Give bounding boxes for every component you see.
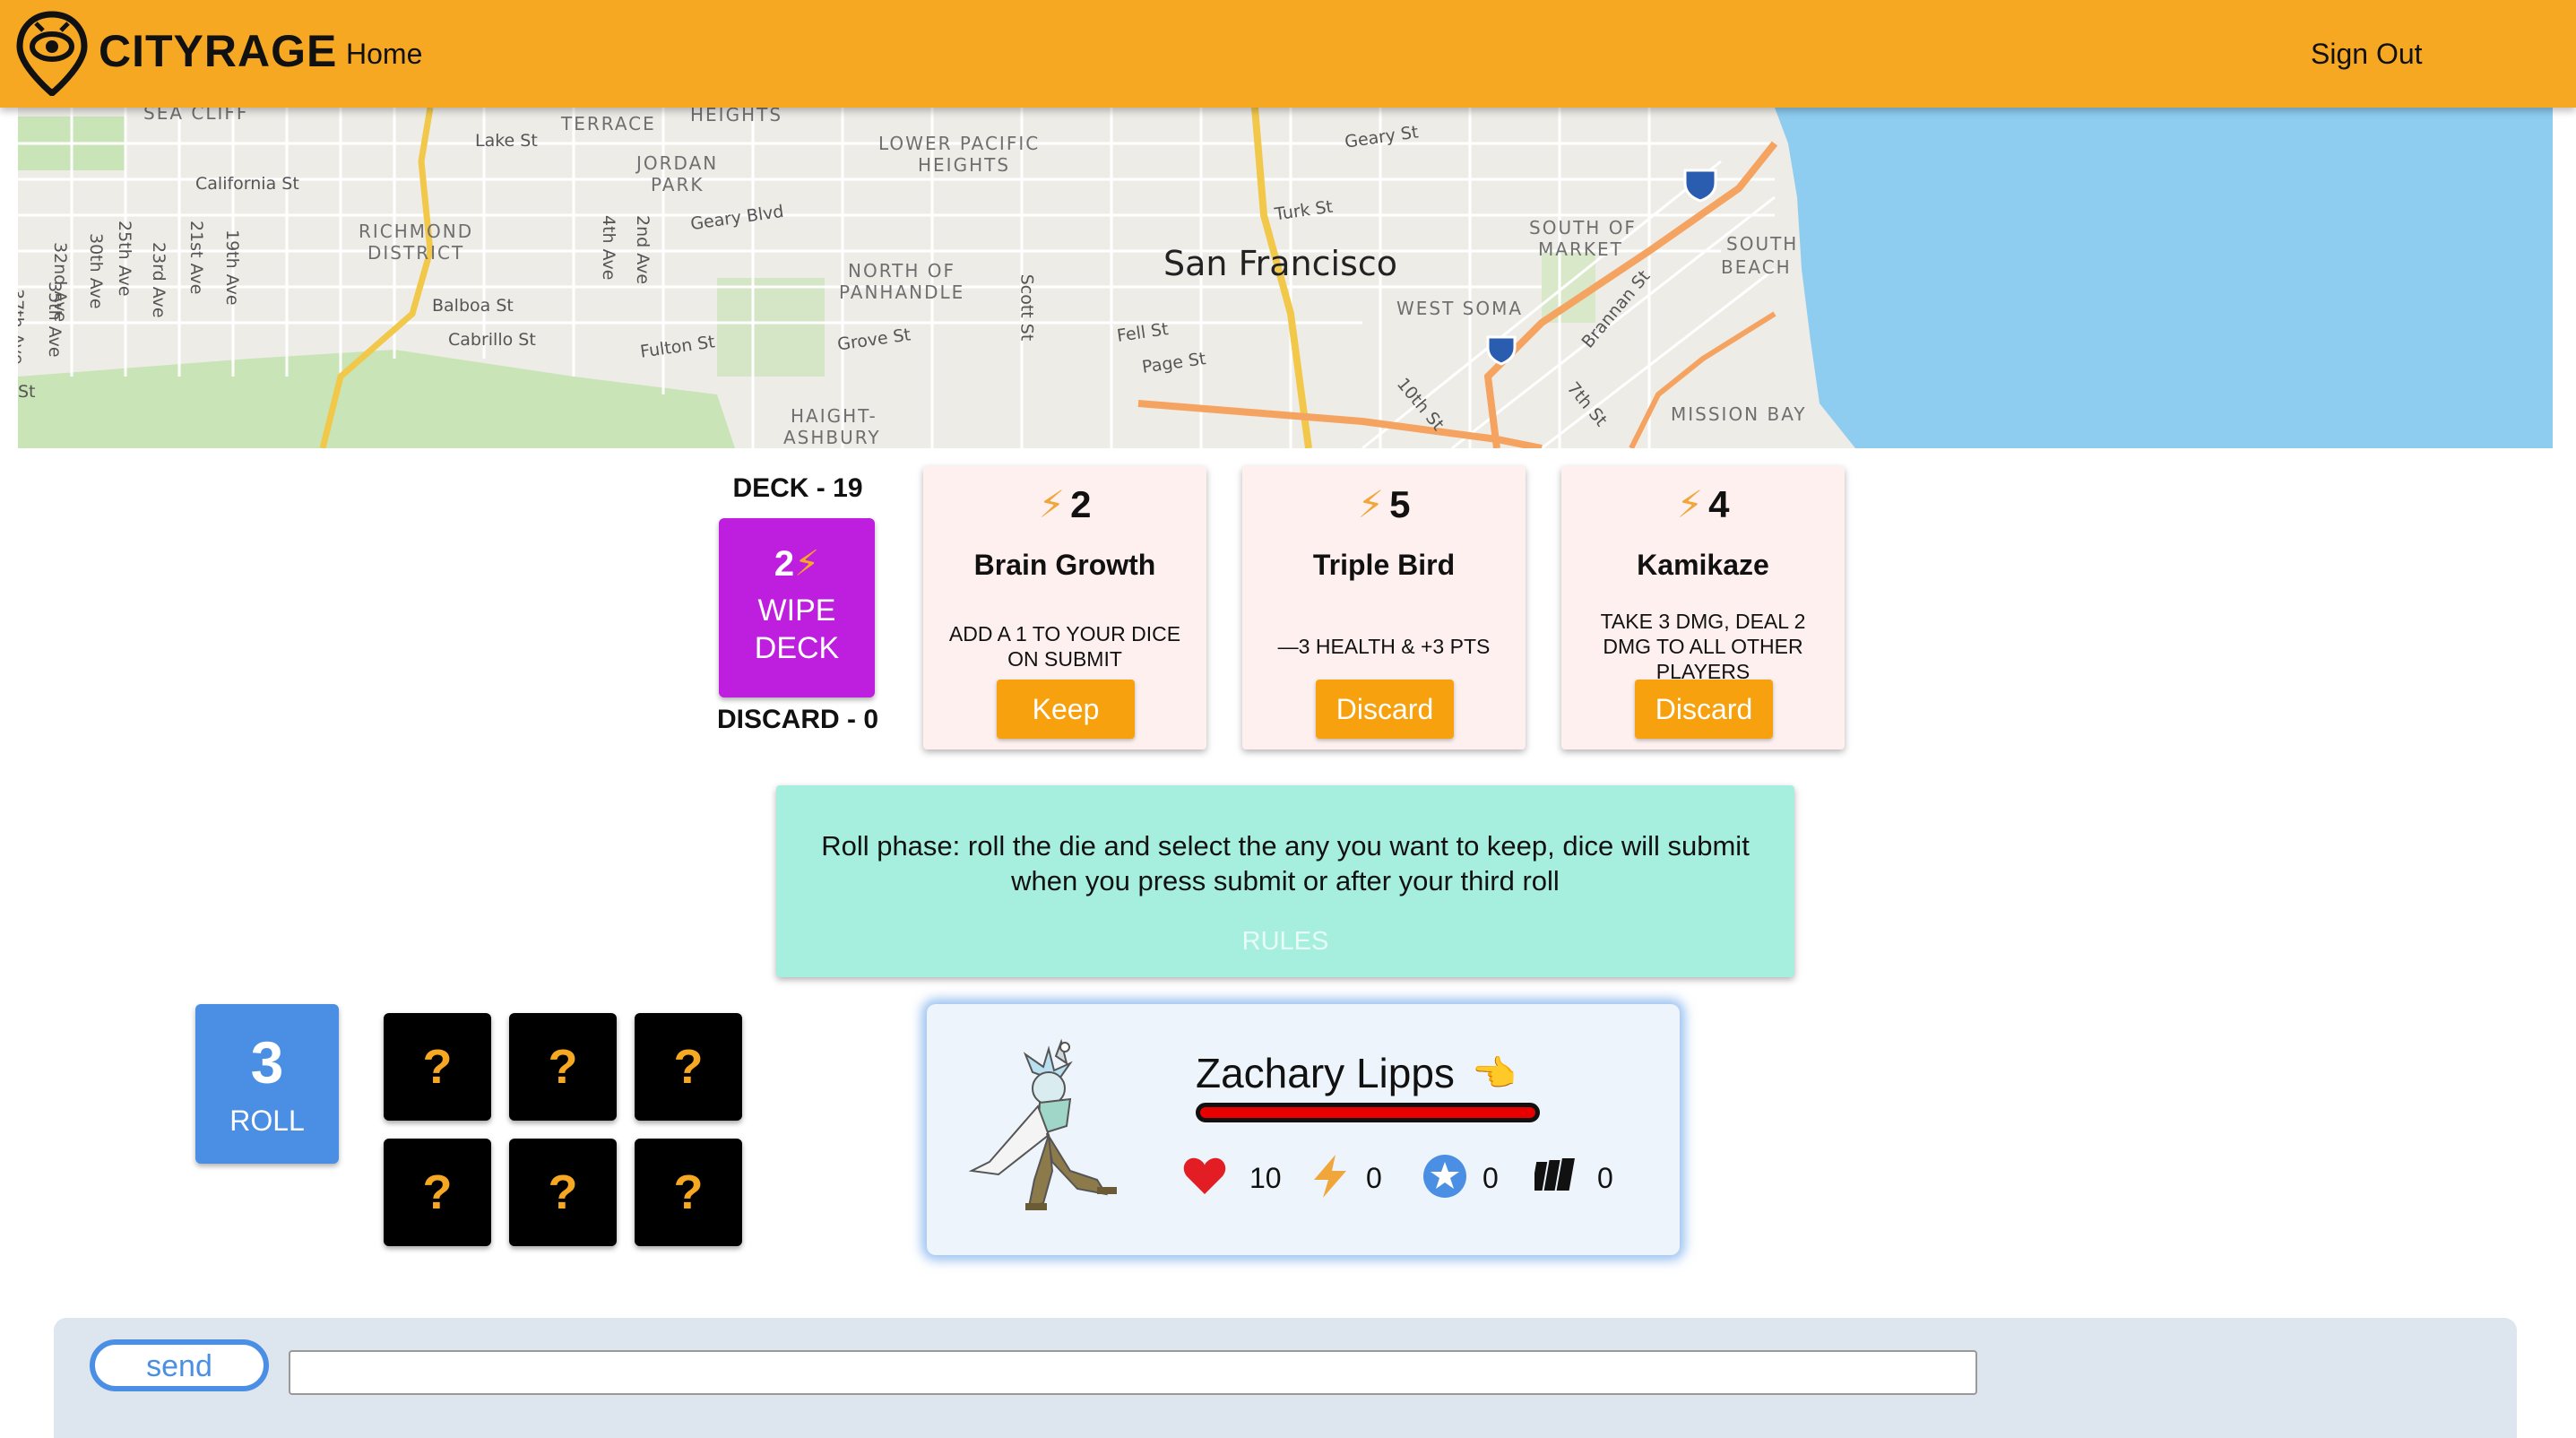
map-district-label: HEIGHTS	[918, 154, 1011, 176]
lightning-icon: ⚡	[1676, 483, 1704, 525]
map-street-label: 25th Ave	[115, 221, 134, 297]
card-cost: ⚡ 5	[1242, 482, 1526, 526]
lightning-icon: ⚡	[1038, 483, 1066, 525]
map-district-label: HAIGHT-	[791, 405, 877, 427]
player-avatar	[968, 1038, 1117, 1210]
rules-button[interactable]: RULES	[776, 927, 1794, 957]
card-name: Brain Growth	[973, 549, 1156, 581]
discard-count-label: DISCARD - 0	[716, 705, 878, 734]
current-turn-pointer-icon: 👈	[1472, 1054, 1517, 1094]
map-street-label: St	[18, 382, 36, 402]
phase-instructions: Roll phase: roll the die and select the …	[821, 830, 1750, 897]
map-street-label: Lake St	[475, 131, 538, 151]
map-street-label: California St	[195, 174, 299, 194]
wipe-cost-value: 2	[774, 544, 795, 584]
map-street-label: Balboa St	[432, 296, 514, 316]
card-cost: ⚡ 4	[1561, 482, 1845, 526]
map-district-label: RICHMOND	[359, 221, 474, 242]
card-cost-value: 5	[1389, 483, 1411, 525]
map-district-label: TERRACE	[561, 113, 656, 134]
card-discard-button[interactable]: Discard	[1635, 680, 1773, 739]
phase-info-panel: Roll phase: roll the die and select the …	[776, 785, 1794, 977]
die[interactable]: ?	[509, 1013, 617, 1121]
heart-icon	[1183, 1157, 1226, 1194]
map-street-label: Scott St	[1016, 273, 1037, 342]
map-district-label: PANHANDLE	[839, 282, 965, 303]
lightning-icon	[1314, 1155, 1346, 1198]
wipe-cost: 2⚡	[719, 543, 875, 585]
map-street-label: 30th Ave	[86, 233, 106, 309]
map-district-label: SEA CLIFF	[143, 108, 249, 124]
lightning-icon: ⚡	[1357, 483, 1385, 525]
map-street-label: 4th Ave	[599, 215, 618, 281]
map-district-label: SOUTH	[1726, 233, 1799, 255]
wipe-deck-label: WIPE DECK	[719, 592, 875, 667]
map-district-label: LOWER PACIFIC	[878, 133, 1041, 154]
health-bar	[1196, 1103, 1540, 1122]
sign-out-link[interactable]: Sign Out	[2311, 38, 2423, 71]
map-district-label: WEST SOMA	[1396, 298, 1524, 319]
map-district-label: MISSION BAY	[1671, 403, 1807, 425]
chat-panel: send	[54, 1318, 2517, 1438]
energy-value: 0	[1366, 1162, 1382, 1194]
map-district-label: BEACH	[1721, 256, 1792, 278]
wipe-label-line: WIPE	[757, 593, 836, 628]
map-street-label: 23rd Ave	[149, 242, 169, 318]
card-cost-value: 4	[1708, 483, 1730, 525]
card-discard-button[interactable]: Discard	[1316, 680, 1454, 739]
map-district-label: HEIGHTS	[690, 108, 783, 126]
map-district-label: ASHBURY	[783, 427, 881, 448]
nav-home-link[interactable]: Home	[346, 38, 422, 71]
map-street-label: 21st Ave	[186, 221, 206, 295]
power-card: ⚡ 4 Kamikaze TAKE 3 DMG, DEAL 2 DMG TO AL…	[1561, 466, 1845, 749]
logo-eye-pin-icon[interactable]	[16, 11, 88, 96]
die[interactable]: ?	[635, 1013, 742, 1121]
card-description: ADD A 1 TO YOUR DICE ON SUBMIT	[948, 622, 1181, 671]
card-name: Triple Bird	[1312, 549, 1456, 581]
card-cost-value: 2	[1070, 483, 1092, 525]
map-district-label: NORTH OF	[848, 260, 956, 282]
wipe-label-line: DECK	[754, 631, 840, 665]
power-card: ⚡ 2 Brain Growth ADD A 1 TO YOUR DICE ON …	[923, 466, 1206, 749]
player-card: Zachary Lipps 👈 10 0 0 0	[927, 1004, 1680, 1255]
cards-value: 0	[1597, 1162, 1613, 1194]
card-description: TAKE 3 DMG, DEAL 2 DMG TO ALL OTHER PLAY…	[1600, 610, 1806, 683]
map-district-label: DISTRICT	[367, 242, 465, 264]
die[interactable]: ?	[635, 1139, 742, 1246]
lightning-icon: ⚡	[794, 544, 820, 584]
card-name: Kamikaze	[1637, 549, 1769, 581]
card-description: —3 HEALTH & +3 PTS	[1277, 635, 1491, 658]
rolls-remaining: 3	[250, 1029, 284, 1096]
power-card: ⚡ 5 Triple Bird —3 HEALTH & +3 PTS Discar…	[1242, 466, 1526, 749]
die[interactable]: ?	[509, 1139, 617, 1246]
brand-name[interactable]: CITYRAGE	[99, 25, 337, 77]
city-map[interactable]: SEA CLIFF TERRACE HEIGHTS JORDAN PARK LO…	[18, 108, 2553, 448]
map-street-label: 19th Ave	[222, 230, 242, 306]
player-name: Zachary Lipps	[1196, 1050, 1455, 1096]
cards-icon	[1534, 1158, 1575, 1191]
send-button[interactable]: send	[90, 1339, 269, 1391]
health-value: 10	[1249, 1162, 1282, 1194]
map-district-label: MARKET	[1538, 238, 1623, 260]
die[interactable]: ?	[384, 1013, 491, 1121]
chat-input[interactable]	[289, 1350, 1977, 1395]
card-keep-button[interactable]: Keep	[997, 680, 1135, 739]
map-street-label: 35th Ave	[45, 282, 65, 358]
map-street-label: Cabrillo St	[448, 330, 536, 350]
card-cost: ⚡ 2	[923, 482, 1206, 526]
map-district-label: PARK	[651, 174, 705, 195]
roll-button[interactable]: 3 ROLL	[195, 1004, 339, 1164]
map-city-label: San Francisco	[1163, 244, 1398, 283]
star-icon	[1423, 1155, 1466, 1198]
deck-count-label: DECK - 19	[732, 473, 863, 503]
map-district-label: JORDAN	[636, 152, 719, 174]
wipe-deck-button[interactable]: 2⚡ WIPE DECK	[719, 518, 875, 697]
die[interactable]: ?	[384, 1139, 491, 1246]
map-street-label: 37th Ave	[18, 289, 27, 365]
roll-label: ROLL	[229, 1104, 305, 1137]
points-value: 0	[1482, 1162, 1499, 1194]
top-nav-bar: CITYRAGE Home Sign Out	[0, 0, 2576, 108]
map-district-label: SOUTH OF	[1529, 217, 1637, 238]
map-street-label: 2nd Ave	[633, 215, 653, 285]
